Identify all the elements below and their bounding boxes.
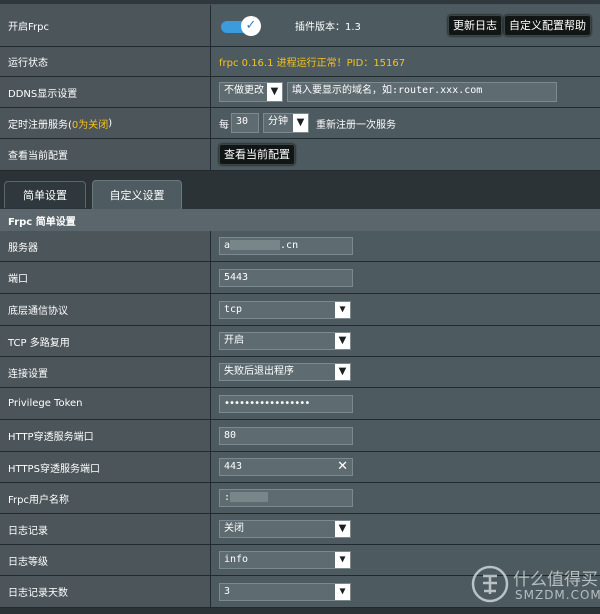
connect-label: 连接设置 [0,357,211,387]
user-input[interactable]: : [219,489,353,507]
token-label: Privilege Token [0,388,211,419]
log-select[interactable]: 关闭 ▼ [219,520,351,538]
log-days-select[interactable]: 3 ▼ [219,582,351,601]
version-label: 插件版本：1.3 [295,22,361,33]
tcp-mux-select[interactable]: 开启 ▼ [219,332,351,350]
chevron-down-icon: ▼ [335,333,350,349]
status-row: 运行状态 frpc 0.16.1 进程运行正常！PID：15167 [0,47,600,77]
http-port-input[interactable]: 80 [219,426,353,445]
connect-row: 连接设置 失败后退出程序 ▼ [0,357,600,388]
timer-suffix-text: 重新注册一次服务 [316,119,396,131]
custom-help-button[interactable]: 自定义配置帮助 [504,15,591,36]
ddns-domain-input[interactable]: 填入要显示的域名，如:router.xxx.com [287,82,557,102]
view-config-label: 查看当前配置 [0,139,211,170]
timer-interval-input[interactable]: 30 [231,113,259,133]
status-text: frpc 0.16.1 进程运行正常！PID：15167 [219,58,406,69]
view-config-button[interactable]: 查看当前配置 [219,144,295,165]
token-input[interactable]: ••••••••••••••••• [219,394,353,413]
protocol-select[interactable]: tcp ▼ [219,300,351,319]
ddns-row: DDNS显示设置 不做更改 ▼ 填入要显示的域名，如:router.xxx.co… [0,77,600,108]
protocol-row: 底层通信协议 tcp ▼ [0,294,600,326]
timer-label: 定时注册服务(0为关闭) [0,108,211,138]
port-input[interactable]: 5443 [219,268,353,287]
ddns-label: DDNS显示设置 [0,77,211,107]
log-level-select[interactable]: info ▼ [219,551,351,569]
ddns-select[interactable]: 不做更改 ▼ [219,82,283,102]
chevron-down-icon: ▼ [335,583,350,600]
https-port-row: HTTPS穿透服务端口 443 ✕ [0,452,600,483]
server-input[interactable]: a .cn [219,237,353,255]
chevron-down-icon: ▼ [335,521,350,537]
enable-label: 开启Frpc [0,5,211,46]
https-port-input[interactable]: 443 ✕ [219,458,353,476]
section-title: Frpc 简单设置 [0,209,600,231]
server-row: 服务器 a .cn [0,231,600,262]
changelog-button[interactable]: 更新日志 [448,15,502,36]
http-port-label: HTTP穿透服务端口 [0,420,211,451]
log-level-label: 日志等级 [0,545,211,575]
timer-row: 定时注册服务(0为关闭) 每 30 分钟 ▼ 重新注册一次服务 [0,108,600,139]
chevron-down-icon: ▼ [335,364,350,380]
log-label: 日志记录 [0,514,211,544]
tab-custom-settings[interactable]: 自定义设置 [92,180,182,209]
log-row: 日志记录 关闭 ▼ [0,514,600,545]
log-days-label: 日志记录天数 [0,576,211,607]
port-row: 端口 5443 [0,262,600,294]
timer-every-text: 每 [219,119,229,131]
view-config-row: 查看当前配置 查看当前配置 [0,139,600,171]
tcp-mux-label: TCP 多路复用 [0,326,211,356]
chevron-down-icon: ▼ [293,114,308,132]
enable-toggle[interactable]: ✓ [219,15,263,36]
status-label: 运行状态 [0,47,211,76]
tcp-mux-row: TCP 多路复用 开启 ▼ [0,326,600,357]
chevron-down-icon: ▼ [267,83,282,101]
http-port-row: HTTP穿透服务端口 80 [0,420,600,452]
server-label: 服务器 [0,231,211,261]
watermark-sub: SMZDM.COM [515,588,600,602]
token-row: Privilege Token ••••••••••••••••• [0,388,600,420]
redacted-blur [230,240,281,250]
tab-simple-settings[interactable]: 简单设置 [4,181,86,208]
user-row: Frpc用户名称 : [0,483,600,514]
watermark-text: 什么值得买 [513,570,598,590]
enable-row: 开启Frpc ✓ 插件版本：1.3 更新日志 自定义配置帮助 [0,5,600,47]
protocol-label: 底层通信协议 [0,294,211,325]
connect-select[interactable]: 失败后退出程序 ▼ [219,363,351,381]
tab-bar: 简单设置 自定义设置 [0,171,600,209]
watermark: 什么值得买 SMZDM.COM [470,562,600,612]
clear-icon[interactable]: ✕ [337,459,348,475]
port-label: 端口 [0,262,211,293]
chevron-down-icon: ▼ [335,301,350,318]
timer-unit-select[interactable]: 分钟 ▼ [263,113,309,133]
chevron-down-icon: ▼ [335,552,350,568]
smzdm-logo-icon [471,565,509,603]
check-icon: ✓ [241,15,261,36]
https-port-label: HTTPS穿透服务端口 [0,452,211,482]
redacted-blur [230,492,269,502]
user-label: Frpc用户名称 [0,483,211,513]
